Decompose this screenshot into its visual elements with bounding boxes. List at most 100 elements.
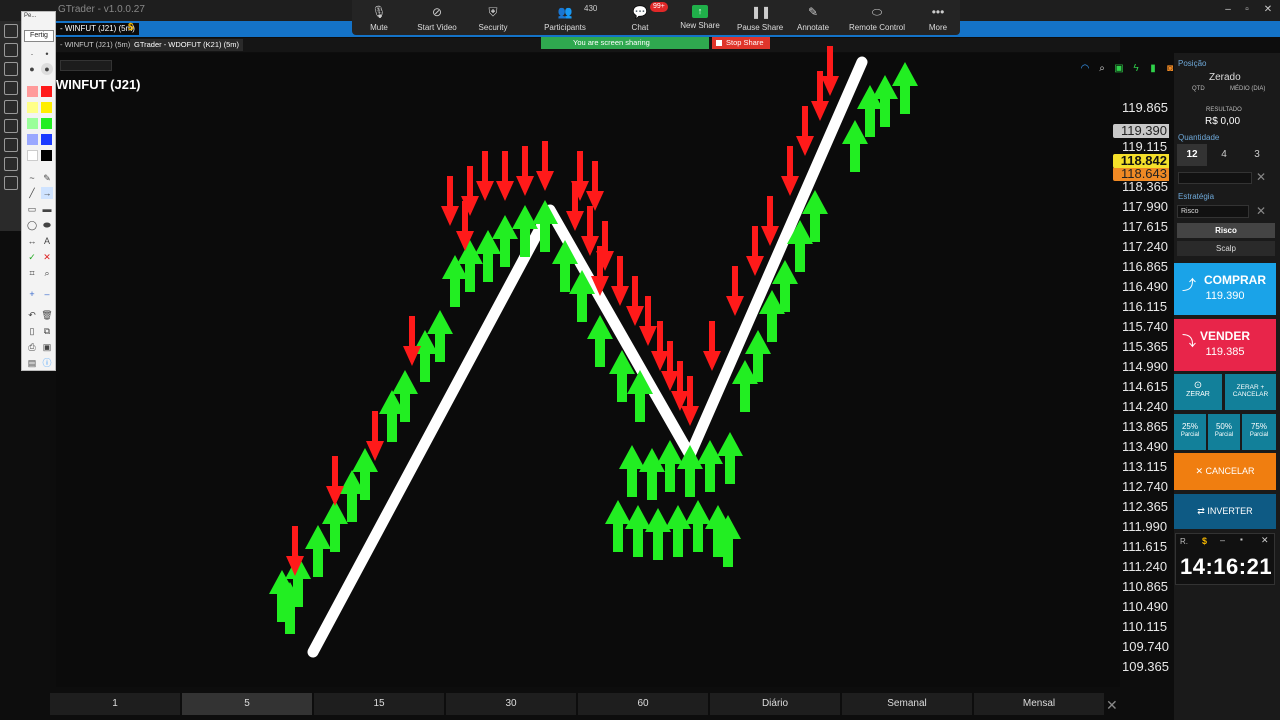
price-label: 113.115 (1122, 459, 1168, 474)
participants-label: Participants (544, 23, 586, 32)
white-swatch[interactable] (27, 150, 38, 161)
zerar-button[interactable]: ⊙ ZERAR (1174, 374, 1222, 410)
price-label: 113.865 (1122, 419, 1169, 434)
line-icon[interactable]: ╱ (26, 187, 38, 199)
video-off-icon: ⊘ (431, 5, 443, 19)
trash-icon[interactable]: 🗑 (41, 309, 53, 321)
small-dot-icon[interactable]: · (26, 48, 38, 60)
light-red-swatch[interactable] (27, 86, 38, 97)
pause-share-button[interactable]: ❚❚ Pause Share (737, 0, 783, 35)
price-label: 110.115 (1122, 619, 1168, 634)
timeframe-diario[interactable]: Diário (710, 693, 840, 715)
cross-icon[interactable]: ✕ (41, 251, 53, 263)
undo-icon[interactable]: ↶ (26, 309, 38, 321)
light-blue-swatch[interactable] (27, 134, 38, 145)
strategy-risco-button[interactable]: Risco (1177, 223, 1275, 238)
quantity-option-3[interactable]: 3 (1242, 144, 1272, 166)
double-arrow-icon[interactable]: ↔ (26, 235, 38, 247)
new-page-icon[interactable]: ▯ (26, 325, 38, 337)
print-icon[interactable]: ⎙ (26, 341, 38, 353)
rectangle-icon[interactable]: ▭ (26, 203, 38, 215)
remote-control-button[interactable]: ⬭ Remote Control (848, 0, 906, 35)
light-yellow-swatch[interactable] (27, 102, 38, 113)
partial-75-button[interactable]: 75% Parcial (1242, 414, 1276, 450)
clock-minimize-button[interactable]: – (1220, 535, 1225, 545)
participants-button[interactable]: 👥 430 Participants (540, 0, 597, 35)
more-icon: ••• (931, 5, 945, 19)
quantity-option-4[interactable]: 4 (1209, 144, 1239, 166)
yellow-swatch[interactable] (41, 102, 52, 113)
minus-icon[interactable]: – (41, 288, 53, 300)
zoom-icon[interactable]: ⌕ (41, 267, 53, 279)
dollar-icon: $ (1202, 536, 1208, 546)
black-swatch[interactable] (41, 150, 52, 161)
chat-button[interactable]: 💬 99+ Chat (628, 0, 668, 35)
start-video-button[interactable]: ⊘ Start Video (414, 0, 460, 35)
palette-font-label[interactable]: Fertig (24, 30, 54, 42)
copy-icon[interactable]: ⧉ (41, 325, 53, 337)
partial-50-button[interactable]: 50% Parcial (1208, 414, 1240, 450)
price-label: 119.115 (1122, 139, 1168, 154)
timeframe-semanal[interactable]: Semanal (842, 693, 972, 715)
blue-swatch[interactable] (41, 134, 52, 145)
image-icon[interactable]: ▤ (26, 357, 38, 369)
medium-dot-icon[interactable]: • (41, 48, 53, 60)
annotate-label: Annotate (796, 23, 830, 32)
timeframe-15[interactable]: 15 (314, 693, 444, 715)
sharing-status-bar: You are screen sharing Stop Share (541, 37, 770, 49)
freehand-icon[interactable]: ~ (26, 172, 38, 184)
clock-close-button[interactable]: ✕ (1261, 535, 1269, 546)
quantity-option-12[interactable]: 12 (1177, 144, 1207, 166)
new-share-button[interactable]: ↑ New Share (679, 0, 721, 35)
annotate-button[interactable]: ✎ Annotate (796, 0, 830, 35)
stop-share-button[interactable]: Stop Share (712, 37, 770, 49)
filled-ellipse-icon[interactable]: ⬬ (41, 219, 53, 231)
pen-icon[interactable]: ✎ (41, 172, 53, 184)
cancel-button[interactable]: ✕ CANCELAR (1174, 453, 1276, 490)
text-tool-icon[interactable]: A (41, 235, 53, 247)
timeframe-5[interactable]: 5 (182, 693, 312, 715)
filled-rectangle-icon[interactable]: ▬ (41, 203, 53, 215)
palette-title: Pe... (24, 13, 37, 19)
check-icon[interactable]: ✓ (26, 251, 38, 263)
sell-button[interactable]: ⤵ VENDER 119.385 (1174, 319, 1276, 371)
participants-icon: 👥 (557, 5, 573, 19)
timeframe-1[interactable]: 1 (50, 693, 180, 715)
buy-button[interactable]: ⤴ COMPRAR 119.390 (1174, 263, 1276, 315)
timeframe-30[interactable]: 30 (446, 693, 576, 715)
timeframe-60[interactable]: 60 (578, 693, 708, 715)
large-dot-icon[interactable]: ● (26, 63, 38, 75)
plus-icon[interactable]: + (26, 288, 38, 300)
security-button[interactable]: ⛨ Security (476, 0, 510, 35)
mute-button[interactable]: 🎙 Mute (364, 0, 394, 35)
clock-prefix: R. (1180, 537, 1188, 546)
resultado-label: RESULTADO (1206, 107, 1242, 113)
clock: 14:16:21 (1180, 554, 1273, 579)
more-button[interactable]: ••• More (926, 0, 950, 35)
arrow-tool-icon[interactable]: → (41, 187, 53, 199)
red-swatch[interactable] (41, 86, 52, 97)
strategy-select[interactable]: Risco (1177, 205, 1249, 218)
invert-button[interactable]: ⇄ INVERTER (1174, 494, 1276, 529)
share-icon: ↑ (692, 5, 708, 18)
price-label: 111.990 (1122, 519, 1168, 534)
info-icon[interactable]: ⓘ (41, 357, 53, 369)
strategy-scalp-button[interactable]: Scalp (1177, 241, 1275, 256)
save-icon[interactable]: ▣ (41, 341, 53, 353)
settings-icon[interactable]: ✕ (1256, 170, 1266, 184)
light-green-swatch[interactable] (27, 118, 38, 129)
quantity-input[interactable] (1178, 172, 1252, 184)
price-label: 109.740 (1122, 639, 1169, 654)
price-label: 110.865 (1122, 579, 1169, 594)
xlarge-dot-icon[interactable]: ● (41, 63, 53, 75)
tools-icon[interactable]: ✕ (1106, 697, 1118, 714)
zerar-cancelar-button[interactable]: ZERAR + CANCELAR (1225, 374, 1276, 410)
crop-icon[interactable]: ⌗ (26, 267, 38, 279)
green-swatch[interactable] (41, 118, 52, 129)
ellipse-icon[interactable]: ◯ (26, 219, 38, 231)
timeframe-mensal[interactable]: Mensal (974, 693, 1104, 715)
strategy-settings-icon[interactable]: ✕ (1256, 204, 1266, 218)
trend-line-annotation (307, 56, 868, 658)
partial-25-button[interactable]: 25% Parcial (1174, 414, 1206, 450)
clock-maximize-button[interactable]: ▪ (1240, 535, 1243, 544)
